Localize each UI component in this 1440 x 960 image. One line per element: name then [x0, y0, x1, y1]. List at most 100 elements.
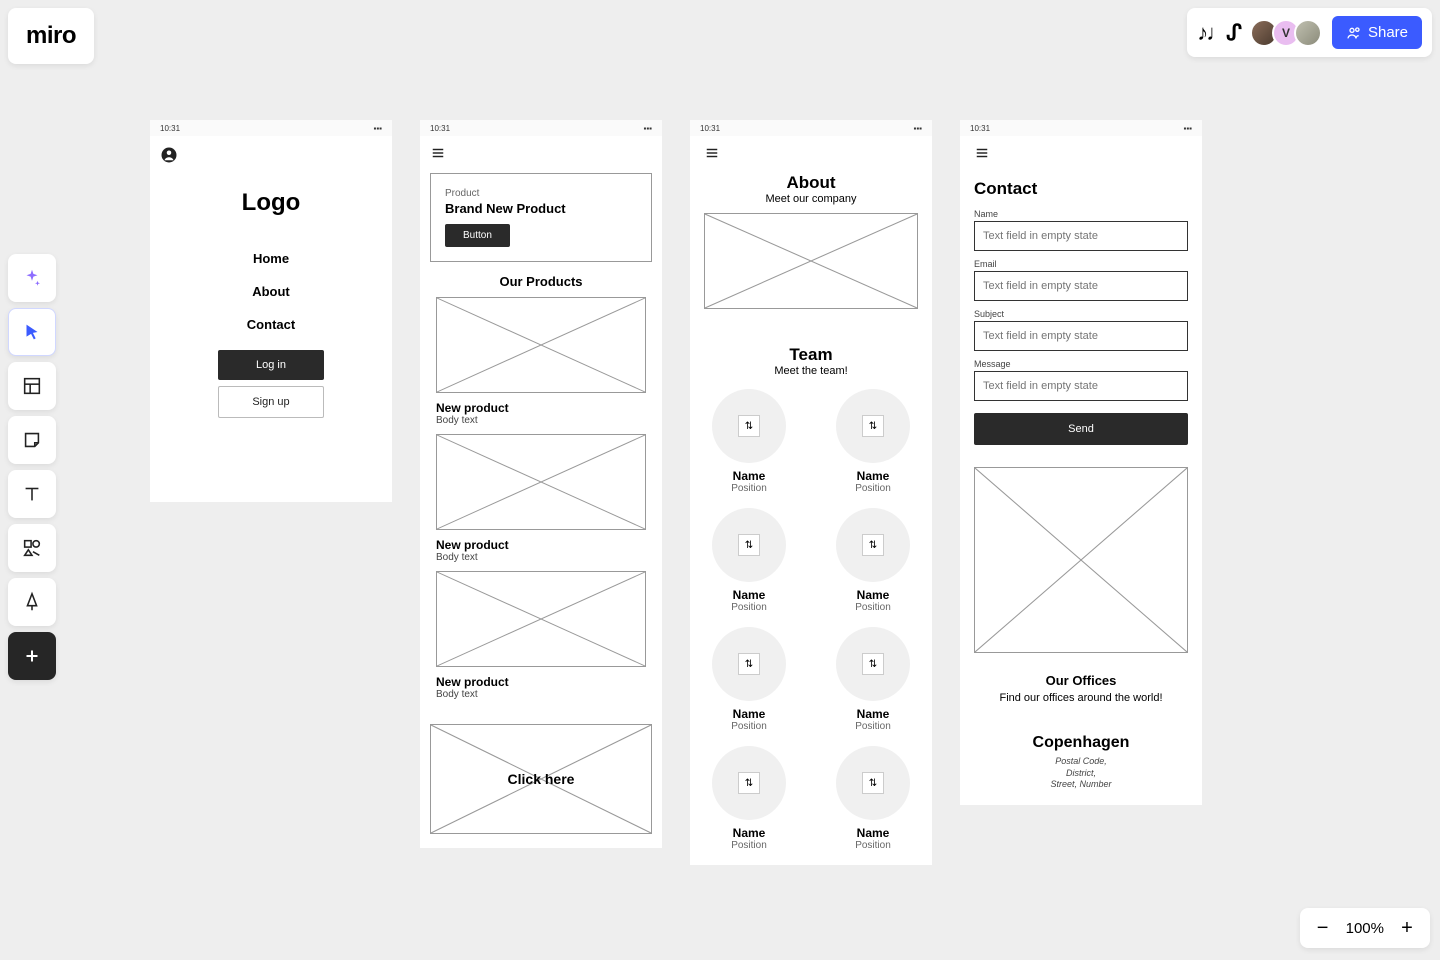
- avatar-placeholder: ⇅: [712, 389, 786, 463]
- team-member[interactable]: ⇅NamePosition: [828, 627, 918, 732]
- avatar-placeholder: ⇅: [712, 627, 786, 701]
- promo-button[interactable]: Button: [445, 224, 510, 247]
- product-body: Body text: [436, 415, 646, 426]
- miro-logo[interactable]: miro: [8, 8, 94, 64]
- image-placeholder: [436, 571, 646, 667]
- canvas[interactable]: 10:31 ▪▪▪ Logo Home About Contact Log in…: [150, 120, 1202, 865]
- team-member[interactable]: ⇅NamePosition: [704, 746, 794, 851]
- status-time: 10:31: [970, 124, 990, 133]
- click-here-banner[interactable]: Click here: [430, 724, 652, 834]
- login-button[interactable]: Log in: [218, 350, 324, 380]
- promo-eyebrow: Product: [445, 188, 637, 199]
- pen-icon: [21, 591, 43, 613]
- product-item[interactable]: New product Body text: [436, 297, 646, 426]
- team-member[interactable]: ⇅NamePosition: [704, 389, 794, 494]
- device-status-bar: 10:31 ▪▪▪: [150, 120, 392, 136]
- add-more-button[interactable]: [8, 632, 56, 680]
- nav-contact[interactable]: Contact: [160, 317, 382, 332]
- product-item[interactable]: New product Body text: [436, 434, 646, 563]
- app-logo-text: Logo: [160, 189, 382, 217]
- share-label: Share: [1368, 24, 1408, 41]
- share-button[interactable]: Share: [1332, 16, 1422, 49]
- email-input[interactable]: [974, 271, 1188, 301]
- name-input[interactable]: [974, 221, 1188, 251]
- device-status-bar: 10:31 ▪▪▪: [420, 120, 662, 136]
- about-title: About: [704, 173, 918, 193]
- zoom-level[interactable]: 100%: [1346, 920, 1384, 937]
- promo-card: Product Brand New Product Button: [430, 173, 652, 262]
- promo-headline: Brand New Product: [445, 201, 637, 216]
- email-label: Email: [974, 259, 1188, 269]
- office-city: Copenhagen: [974, 734, 1188, 752]
- plus-icon: [21, 645, 43, 667]
- avatar-placeholder: ⇅: [836, 746, 910, 820]
- status-time: 10:31: [700, 124, 720, 133]
- product-body: Body text: [436, 689, 646, 700]
- profile-icon[interactable]: [160, 146, 382, 169]
- products-section-title: Our Products: [430, 274, 652, 289]
- cursor-tool-button[interactable]: [8, 308, 56, 356]
- text-tool-button[interactable]: [8, 470, 56, 518]
- zoom-out-button[interactable]: −: [1314, 918, 1332, 938]
- product-item[interactable]: New product Body text: [436, 571, 646, 700]
- about-subtitle: Meet our company: [704, 193, 918, 205]
- avatar-placeholder: ⇅: [836, 627, 910, 701]
- ai-tool-button[interactable]: [8, 254, 56, 302]
- sparkle-icon: [21, 267, 43, 289]
- product-title: New product: [436, 538, 646, 552]
- product-body: Body text: [436, 552, 646, 563]
- team-member[interactable]: ⇅NamePosition: [704, 508, 794, 613]
- device-status-bar: 10:31 ▪▪▪: [690, 120, 932, 136]
- avatar-placeholder: ⇅: [836, 389, 910, 463]
- image-placeholder: [436, 434, 646, 530]
- hamburger-icon[interactable]: [974, 146, 990, 160]
- sticky-note-icon: [21, 429, 43, 451]
- offices-subtitle: Find our offices around the world!: [974, 692, 1188, 704]
- nav-about[interactable]: About: [160, 284, 382, 299]
- shapes-icon: [21, 537, 43, 559]
- nav-home[interactable]: Home: [160, 251, 382, 266]
- team-subtitle: Meet the team!: [704, 365, 918, 377]
- image-placeholder: [436, 297, 646, 393]
- people-icon: [1346, 25, 1362, 41]
- offices-title: Our Offices: [974, 673, 1188, 688]
- team-grid: ⇅NamePosition ⇅NamePosition ⇅NamePositio…: [704, 389, 918, 851]
- message-input[interactable]: [974, 371, 1188, 401]
- avatar-3[interactable]: [1294, 19, 1322, 47]
- mobile-frame-products[interactable]: 10:31 ▪▪▪ Product Brand New Product Butt…: [420, 120, 662, 848]
- hamburger-icon[interactable]: [704, 146, 720, 160]
- team-member[interactable]: ⇅NamePosition: [828, 508, 918, 613]
- name-label: Name: [974, 209, 1188, 219]
- header-bar: ♪♩ᔑ V Share: [1187, 8, 1432, 57]
- team-member[interactable]: ⇅NamePosition: [828, 389, 918, 494]
- sticky-tool-button[interactable]: [8, 416, 56, 464]
- subject-label: Subject: [974, 309, 1188, 319]
- frame-tool-button[interactable]: [8, 362, 56, 410]
- send-button[interactable]: Send: [974, 413, 1188, 445]
- avatar-placeholder: ⇅: [712, 746, 786, 820]
- team-member[interactable]: ⇅NamePosition: [704, 627, 794, 732]
- avatar-placeholder: ⇅: [712, 508, 786, 582]
- zoom-in-button[interactable]: +: [1398, 918, 1416, 938]
- zoom-control: − 100% +: [1300, 908, 1430, 948]
- team-title: Team: [704, 345, 918, 365]
- image-placeholder: [704, 213, 918, 309]
- contact-title: Contact: [974, 179, 1188, 199]
- status-time: 10:31: [430, 124, 450, 133]
- mobile-frame-home[interactable]: 10:31 ▪▪▪ Logo Home About Contact Log in…: [150, 120, 392, 502]
- cursor-icon: [21, 321, 43, 343]
- shapes-tool-button[interactable]: [8, 524, 56, 572]
- product-title: New product: [436, 675, 646, 689]
- collaborator-avatars[interactable]: V: [1250, 19, 1322, 47]
- reactions-icon[interactable]: ♪♩ᔑ: [1197, 20, 1240, 46]
- signup-button[interactable]: Sign up: [218, 386, 324, 418]
- mobile-frame-contact[interactable]: 10:31 ▪▪▪ Contact Name Email Subject Mes…: [960, 120, 1202, 805]
- hamburger-icon[interactable]: [430, 146, 446, 160]
- mobile-frame-about[interactable]: 10:31 ▪▪▪ About Meet our company Team Me…: [690, 120, 932, 865]
- status-icons: ▪▪▪: [373, 124, 382, 133]
- team-member[interactable]: ⇅NamePosition: [828, 746, 918, 851]
- subject-input[interactable]: [974, 321, 1188, 351]
- status-icons: ▪▪▪: [643, 124, 652, 133]
- message-label: Message: [974, 359, 1188, 369]
- pen-tool-button[interactable]: [8, 578, 56, 626]
